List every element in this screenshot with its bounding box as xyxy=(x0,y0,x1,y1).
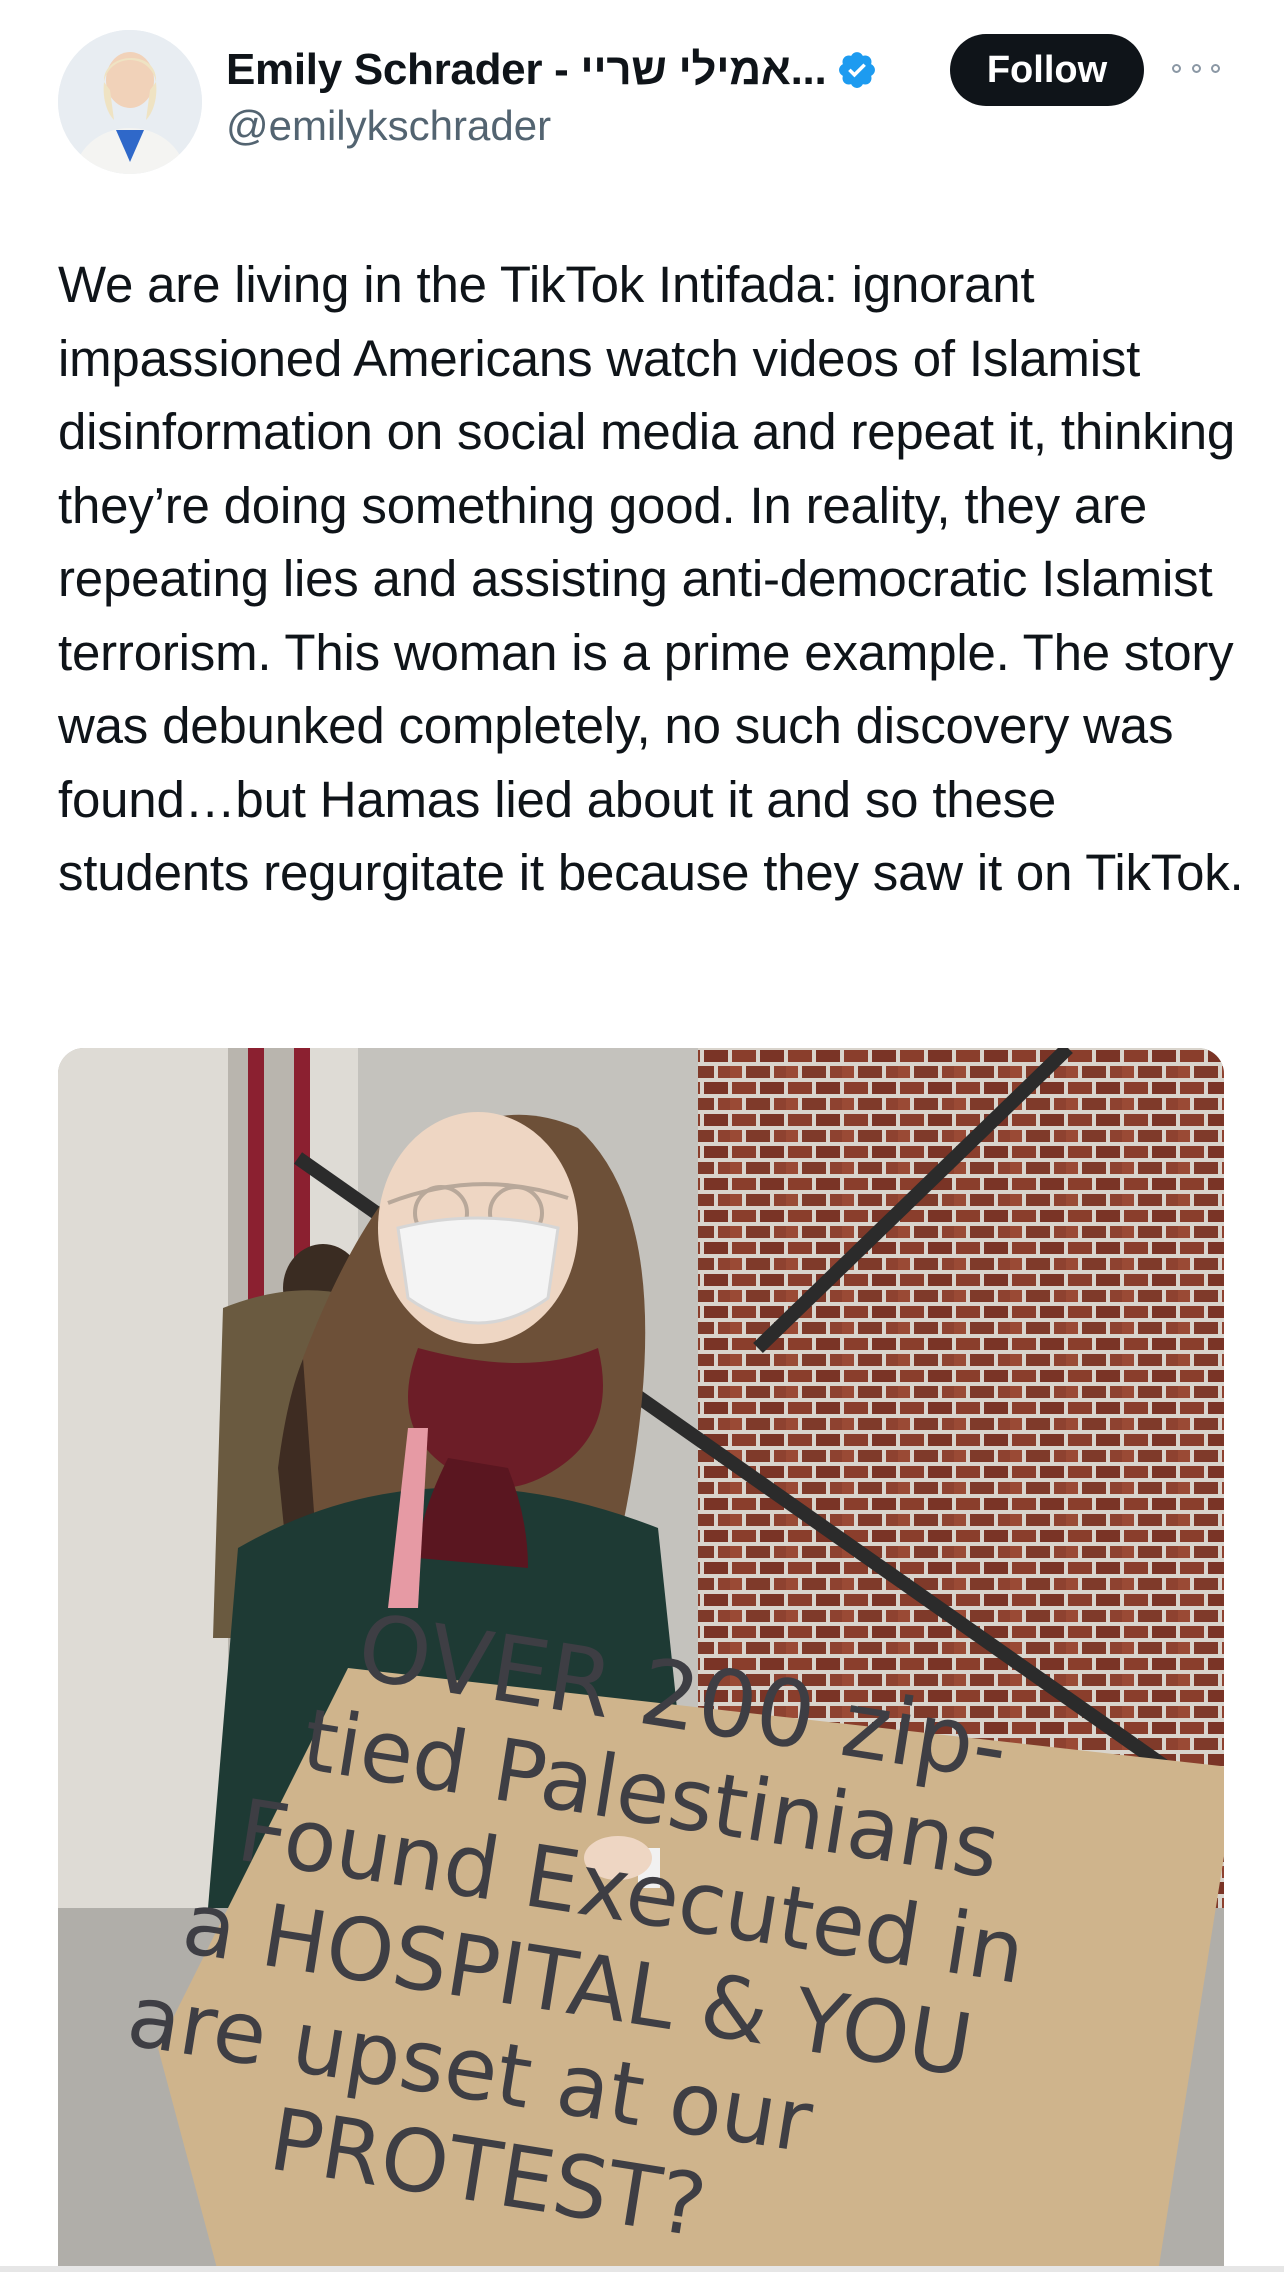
more-horizontal-icon[interactable] xyxy=(1172,56,1220,80)
author-name-row[interactable]: Emily Schrader - אמילי שריי... xyxy=(226,40,878,100)
display-name[interactable]: Emily Schrader - אמילי שריי... xyxy=(226,45,827,95)
avatar-image xyxy=(58,30,202,174)
verified-badge-icon xyxy=(836,49,878,91)
author-handle[interactable]: @emilykschrader xyxy=(226,102,551,150)
tweet-page: Emily Schrader - אמילי שריי... @emilyksc… xyxy=(0,0,1284,2272)
avatar[interactable] xyxy=(58,30,202,174)
follow-button[interactable]: Follow xyxy=(950,34,1144,106)
tweet-text: We are living in the TikTok Intifada: ig… xyxy=(58,256,1244,901)
bottom-divider xyxy=(0,2266,1284,2272)
